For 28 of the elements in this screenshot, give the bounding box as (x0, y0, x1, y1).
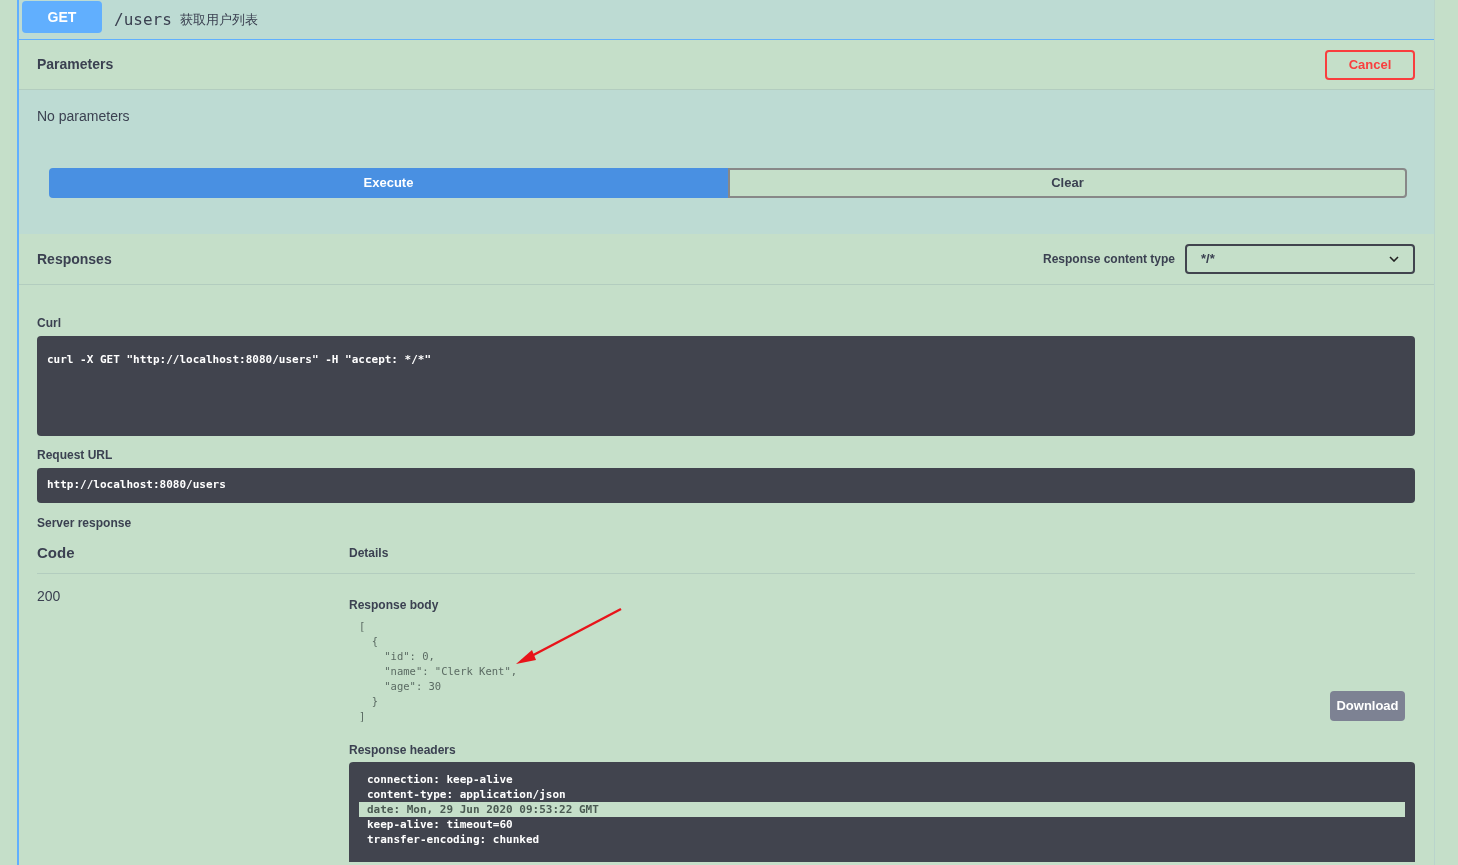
response-body-label: Response body (349, 597, 440, 612)
header-line: keep-alive: timeout=60 (366, 817, 514, 832)
endpoint-path: /users (114, 9, 172, 31)
header-line: transfer-encoding: chunked (366, 832, 541, 847)
request-url-label: Request URL (37, 447, 114, 462)
download-button[interactable]: Download (1330, 691, 1405, 721)
content-type-label: Response content type (1042, 251, 1175, 268)
section-title: Responses (37, 249, 112, 269)
endpoint-summary: 获取用户列表 (179, 11, 258, 29)
curl-label: Curl (37, 315, 62, 330)
execute-button[interactable]: Execute (49, 168, 728, 198)
response-body: [ { "id": 0, "name": "Clerk Kent", "age": 30 } ] (358, 619, 518, 724)
clear-button[interactable]: Clear (728, 168, 1407, 198)
curl-command: curl -X GET "http://localhost:8080/users" -H "accept: */*" (47, 353, 432, 366)
request-url: http://localhost:8080/users (47, 477, 226, 494)
no-parameters-text: No parameters (37, 107, 131, 126)
section-title: Parameters (37, 55, 114, 74)
header-line: connection: keep-alive (366, 772, 514, 787)
method-badge[interactable]: GET (22, 1, 102, 33)
header-line: content-type: application/json (366, 787, 567, 802)
chevron-down-icon (1389, 256, 1399, 262)
column-header: Details (349, 545, 389, 562)
content-type-select[interactable]: */* (1185, 244, 1415, 274)
response-headers-label: Response headers (349, 742, 457, 757)
column-header: Code (37, 543, 76, 563)
cancel-button[interactable]: Cancel (1325, 49, 1415, 80)
status-code: 200 (37, 587, 62, 604)
server-response-label: Server response (37, 515, 133, 530)
